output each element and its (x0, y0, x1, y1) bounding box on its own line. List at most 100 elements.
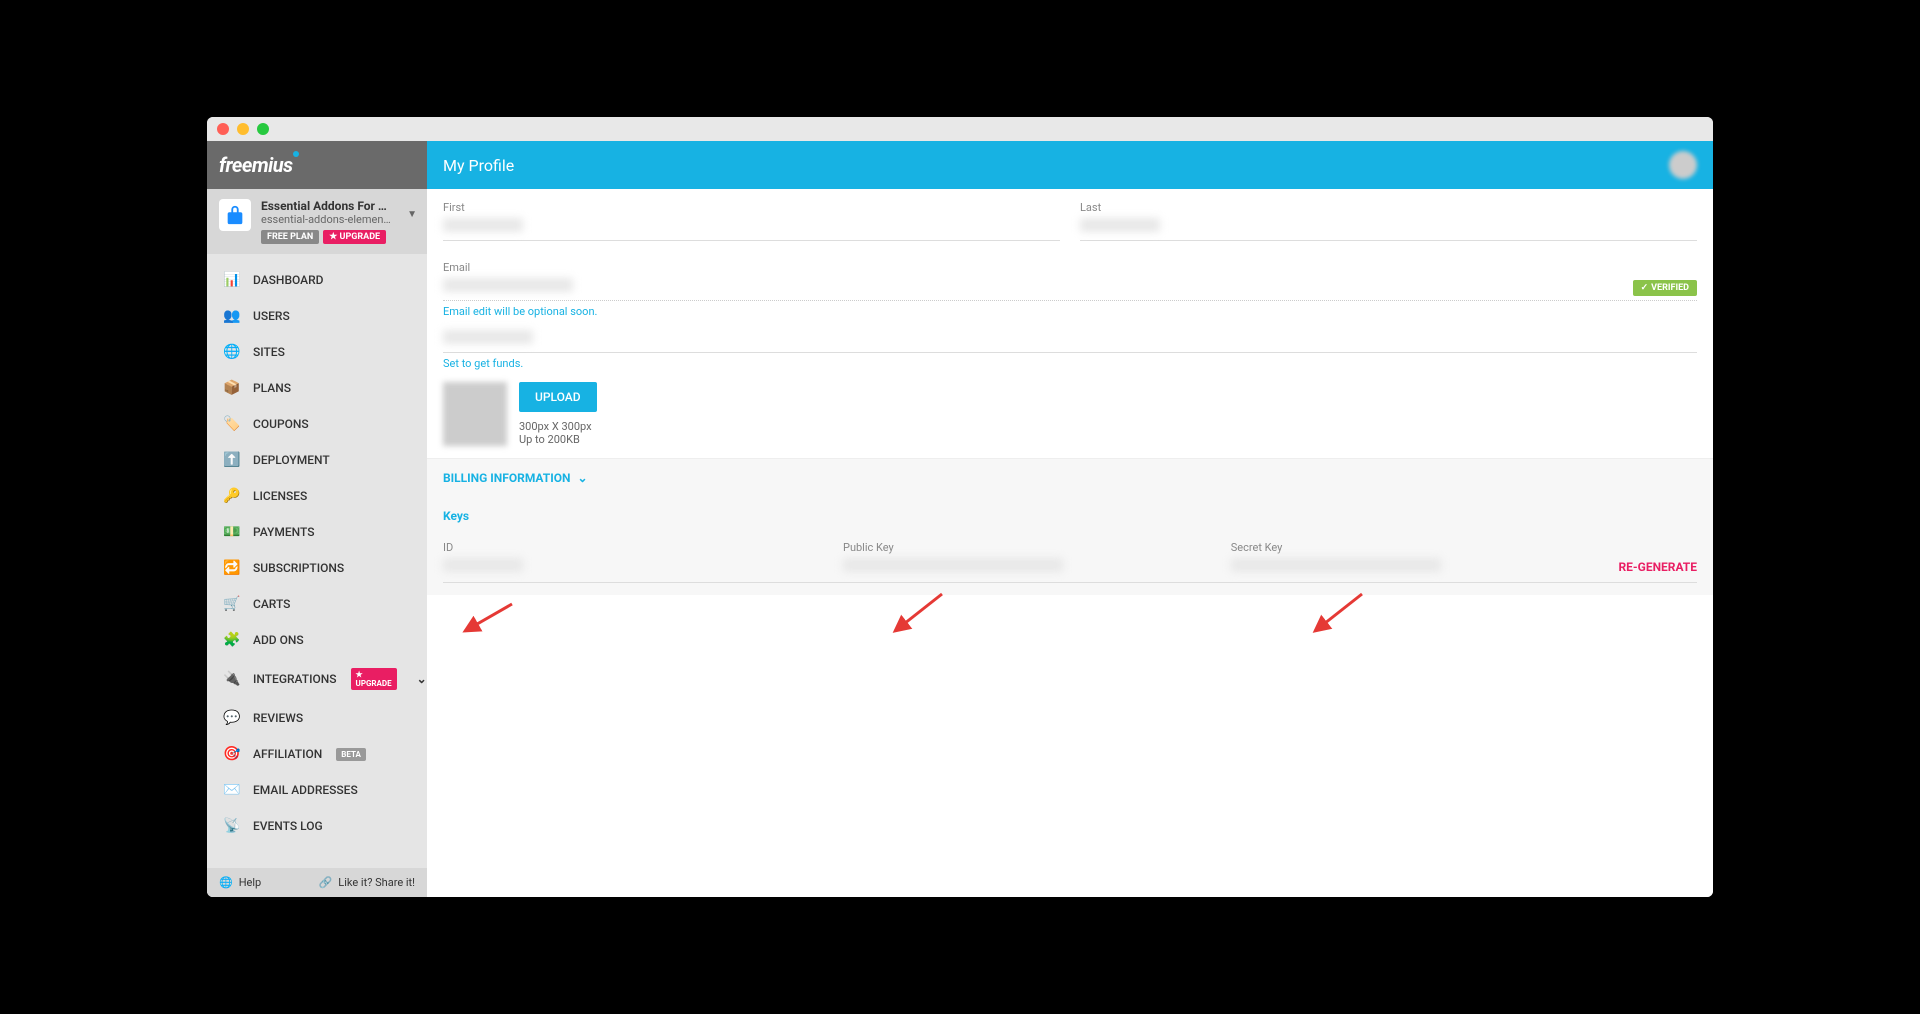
sidebar-nav: 📊DASHBOARD 👥USERS 🌐SITES 📦PLANS 🏷️COUPON… (207, 254, 427, 868)
chevron-down-icon: ⌄ (417, 672, 427, 686)
avatar-preview (443, 382, 507, 446)
nav-integrations[interactable]: 🔌INTEGRATIONSUPGRADE⌄ (207, 658, 427, 700)
page-header: My Profile (427, 141, 1713, 189)
keys-title: Keys (443, 509, 1697, 523)
logo-area: freemius (207, 141, 427, 189)
nav-licenses[interactable]: 🔑LICENSES (207, 478, 427, 514)
window-maximize-button[interactable] (257, 123, 269, 135)
log-icon: 📡 (223, 818, 239, 834)
upload-dimensions: 300px X 300px (519, 420, 597, 433)
main-area: My Profile First Last (427, 141, 1713, 897)
nav-subscriptions[interactable]: 🔁SUBSCRIPTIONS (207, 550, 427, 586)
name-section: First Last (427, 189, 1713, 241)
nav-plans[interactable]: 📦PLANS (207, 370, 427, 406)
logo-text: freemius (219, 153, 293, 177)
help-link[interactable]: 🌐Help (219, 876, 261, 889)
nav-affiliation[interactable]: 🎯AFFILIATIONBETA (207, 736, 427, 772)
cart-icon: 🛒 (223, 596, 239, 612)
keys-row: ID Public Key Secret Key RE-GENERATE (443, 541, 1697, 583)
nav-users[interactable]: 👥USERS (207, 298, 427, 334)
last-name-field[interactable]: Last (1080, 201, 1697, 241)
target-icon: 🎯 (223, 746, 239, 762)
page-title: My Profile (443, 156, 514, 175)
email-hint: Email edit will be optional soon. (443, 305, 1697, 318)
plan-badge: FREE PLAN (261, 230, 319, 244)
verified-badge: VERIFIED (1633, 280, 1697, 296)
comment-icon: 💬 (223, 710, 239, 726)
nav-dashboard[interactable]: 📊DASHBOARD (207, 262, 427, 298)
secret-key-value (1231, 558, 1599, 576)
nav-payments[interactable]: 💵PAYMENTS (207, 514, 427, 550)
chevron-down-icon: ⌄ (577, 471, 587, 485)
page-content: First Last Email VERIFIED (427, 189, 1713, 897)
upgrade-tag[interactable]: UPGRADE (351, 668, 397, 690)
plug-icon: 🔌 (223, 671, 239, 687)
id-field[interactable]: ID (443, 541, 823, 576)
product-slug: essential-addons-elemen… (261, 213, 415, 226)
id-value (443, 558, 823, 576)
mail-icon: ✉️ (223, 782, 239, 798)
product-name: Essential Addons For … (261, 199, 415, 213)
nav-reviews[interactable]: 💬REVIEWS (207, 700, 427, 736)
upload-size-hint: Up to 200KB (519, 433, 597, 446)
nav-coupons[interactable]: 🏷️COUPONS (207, 406, 427, 442)
nav-deployment[interactable]: ⬆️DEPLOYMENT (207, 442, 427, 478)
tag-icon: 🏷️ (223, 416, 239, 432)
upload-button[interactable]: UPLOAD (519, 382, 597, 412)
secret-key-label: Secret Key (1231, 541, 1599, 554)
app-body: freemius Essential Addons For … essentia… (207, 141, 1713, 897)
funds-value (443, 330, 1697, 348)
help-icon: 🌐 (219, 876, 233, 889)
money-icon: 💵 (223, 524, 239, 540)
key-icon: 🔑 (223, 488, 239, 504)
upgrade-badge[interactable]: UPGRADE (323, 230, 386, 244)
nav-email-addresses[interactable]: ✉️EMAIL ADDRESSES (207, 772, 427, 808)
funds-section: Set to get funds. (427, 318, 1713, 370)
box-icon: 📦 (223, 380, 239, 396)
nav-sites[interactable]: 🌐SITES (207, 334, 427, 370)
product-dropdown-icon[interactable]: ▼ (407, 209, 417, 220)
funds-field[interactable] (443, 330, 1697, 353)
sidebar: freemius Essential Addons For … essentia… (207, 141, 427, 897)
globe-icon: 🌐 (223, 344, 239, 360)
email-value (443, 278, 1697, 296)
billing-toggle[interactable]: BILLING INFORMATION ⌄ (427, 458, 1713, 497)
window-close-button[interactable] (217, 123, 229, 135)
product-badges: FREE PLAN UPGRADE (261, 230, 415, 244)
window-minimize-button[interactable] (237, 123, 249, 135)
window-titlebar (207, 117, 1713, 141)
secret-key-field[interactable]: Secret Key (1231, 541, 1599, 576)
first-name-value (443, 218, 1060, 236)
beta-badge: BETA (336, 748, 366, 761)
nav-carts[interactable]: 🛒CARTS (207, 586, 427, 622)
product-info: Essential Addons For … essential-addons-… (261, 199, 415, 244)
puzzle-icon: 🧩 (223, 632, 239, 648)
annotation-arrow (457, 599, 517, 643)
product-icon (219, 199, 251, 231)
funds-hint: Set to get funds. (443, 357, 1697, 370)
annotation-arrow (887, 589, 947, 643)
public-key-value (843, 558, 1211, 576)
share-link[interactable]: 🔗Like it? Share it! (319, 876, 415, 889)
email-section: Email VERIFIED Email edit will be option… (427, 249, 1713, 318)
nav-addons[interactable]: 🧩ADD ONS (207, 622, 427, 658)
first-name-label: First (443, 201, 1060, 214)
public-key-field[interactable]: Public Key (843, 541, 1211, 576)
email-label: Email (443, 261, 1697, 274)
product-selector[interactable]: Essential Addons For … essential-addons-… (207, 189, 427, 254)
last-name-value (1080, 218, 1697, 236)
last-name-label: Last (1080, 201, 1697, 214)
user-avatar[interactable] (1669, 151, 1697, 179)
nav-events-log[interactable]: 📡EVENTS LOG (207, 808, 427, 844)
refresh-icon: 🔁 (223, 560, 239, 576)
email-field[interactable]: Email VERIFIED (443, 261, 1697, 301)
share-icon: 🔗 (319, 876, 333, 889)
sidebar-footer: 🌐Help 🔗Like it? Share it! (207, 868, 427, 897)
annotation-arrow (1307, 589, 1367, 643)
regenerate-button[interactable]: RE-GENERATE (1618, 560, 1697, 576)
upload-icon: ⬆️ (223, 452, 239, 468)
first-name-field[interactable]: First (443, 201, 1060, 241)
keys-section: Keys ID Public Key Secret Key (427, 497, 1713, 595)
bar-chart-icon: 📊 (223, 272, 239, 288)
app-window: freemius Essential Addons For … essentia… (207, 117, 1713, 897)
